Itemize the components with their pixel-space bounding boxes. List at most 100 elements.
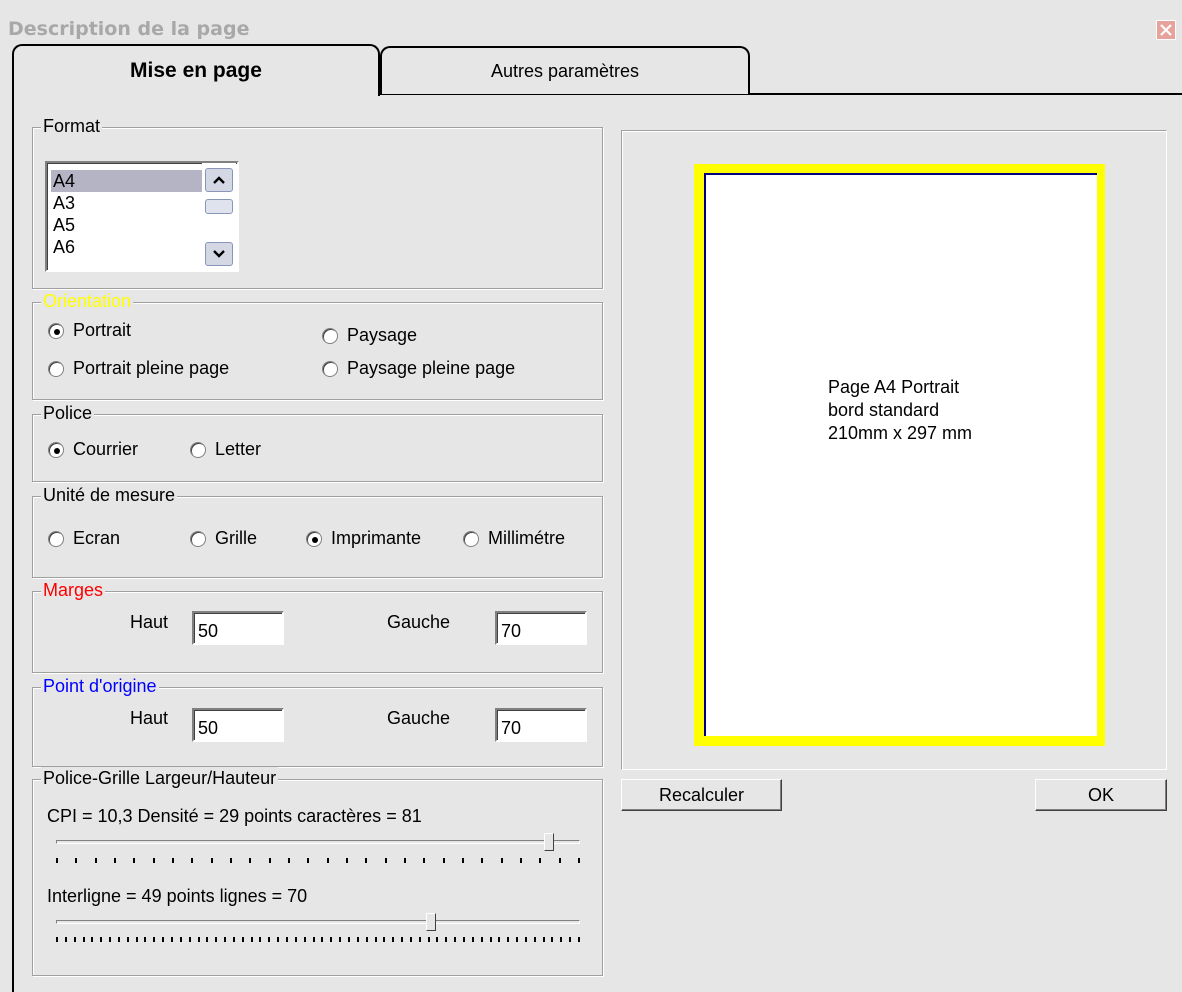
slider-tick [524,937,527,942]
orientation-legend: Orientation [41,290,134,312]
chevron-up-icon [213,176,225,184]
slider-tick [418,937,421,942]
radio-circle[interactable] [190,441,206,458]
cpi-slider-thumb[interactable] [544,833,555,851]
slider-tick [578,858,580,863]
slider-tick [286,937,289,942]
list-item[interactable]: A5 [51,214,203,236]
origine-haut-input[interactable] [192,708,284,742]
slider-tick [126,937,129,942]
scroll-up-button[interactable] [205,168,233,192]
slider-tick [75,858,78,863]
page-preview-text: Page A4 Portrait bord standard 210mm x 2… [828,376,972,445]
radio-portrait[interactable]: Portrait [48,320,131,341]
slider-tick [303,937,306,942]
slider-tick [191,858,194,863]
radio-circle[interactable] [322,360,338,377]
slider-tick [56,937,58,942]
window-title: Description de la page [8,18,250,40]
preview-line: Page A4 Portrait [828,377,960,397]
radio-label: Paysage [347,325,418,345]
radio-circle[interactable] [322,327,338,344]
slider-tick [91,937,94,942]
slider-tick [100,937,103,942]
radio-ecran[interactable]: Ecran [48,528,120,549]
origine-gauche-label: Gauche [387,708,451,728]
format-legend: Format [41,115,103,137]
tab-gap [14,92,378,96]
police-grille-legend: Police-Grille Largeur/Hauteur [41,767,279,789]
slider-tick [365,858,368,863]
radio-label: Imprimante [331,528,422,548]
slider-tick [210,858,213,863]
slider-tick [480,937,483,942]
slider-tick [507,937,510,942]
radio-circle[interactable] [48,360,64,377]
interligne-slider-track[interactable] [56,920,580,924]
slider-tick [206,937,209,942]
slider-tick [365,937,368,942]
page-preview-sheet [704,173,1097,736]
format-scrollbar[interactable] [202,163,236,269]
marges-gauche-input[interactable] [495,611,587,645]
radio-grille[interactable]: Grille [190,528,257,549]
slider-tick [442,858,445,863]
radio-portrait-pleine-page[interactable]: Portrait pleine page [48,358,229,379]
slider-tick [82,937,85,942]
radio-label: Millimétre [488,528,566,548]
interligne-slider-thumb[interactable] [426,913,437,931]
slider-tick [356,937,359,942]
slider-tick [445,937,448,942]
slider-tick [312,937,315,942]
slider-tick [560,937,563,942]
radio-courrier[interactable]: Courrier [48,439,138,460]
cpi-slider-ticks [56,858,580,864]
slider-tick [109,937,112,942]
unite-legend: Unité de mesure [41,484,178,506]
slider-tick [481,858,484,863]
recalculer-button[interactable]: Recalculer [621,779,782,811]
ok-button[interactable]: OK [1035,779,1167,811]
radio-circle[interactable] [190,530,206,547]
scroll-thumb[interactable] [205,199,233,214]
radio-circle[interactable] [48,530,64,547]
slider-tick [346,858,348,863]
tab-mise-en-page[interactable]: Mise en page [12,44,380,96]
list-item[interactable]: A3 [51,192,203,214]
radio-label: Letter [215,439,262,459]
slider-tick [171,937,174,942]
marges-legend: Marges [41,579,106,601]
radio-circle[interactable] [48,322,64,339]
radio-paysage[interactable]: Paysage [322,325,417,346]
close-button[interactable] [1156,20,1176,40]
slider-tick [409,937,412,942]
slider-tick [321,937,324,942]
radio-circle[interactable] [306,530,322,547]
preview-line: 210mm x 297 mm [828,423,973,443]
list-item[interactable]: A6 [51,236,203,258]
list-item[interactable]: A4 [51,170,203,192]
origine-gauche-input[interactable] [495,708,587,742]
cpi-slider-track[interactable] [56,840,580,844]
slider-tick [533,937,536,942]
radio-paysage-pleine-page[interactable]: Paysage pleine page [322,358,515,379]
slider-tick [152,858,155,863]
police-legend: Police [41,402,95,424]
slider-tick [249,858,252,863]
radio-circle[interactable] [463,530,479,547]
tab-autres-parametres[interactable]: Autres paramètres [380,46,750,94]
radio-circle[interactable] [48,441,64,458]
slider-tick [542,937,545,942]
slider-tick [500,858,503,863]
slider-tick [498,937,501,942]
slider-tick [551,937,554,942]
radio-imprimante[interactable]: Imprimante [306,528,421,549]
interligne-slider-ticks [56,937,580,943]
scroll-down-button[interactable] [205,242,233,266]
radio-letter[interactable]: Letter [190,439,261,460]
marges-haut-input[interactable] [192,611,284,645]
radio-millimetre[interactable]: Millimétre [463,528,565,549]
marges-gauche-label: Gauche [387,612,451,632]
slider-tick [56,858,58,863]
cpi-text: CPI = 10,3 Densité = 29 points caractère… [47,806,422,826]
